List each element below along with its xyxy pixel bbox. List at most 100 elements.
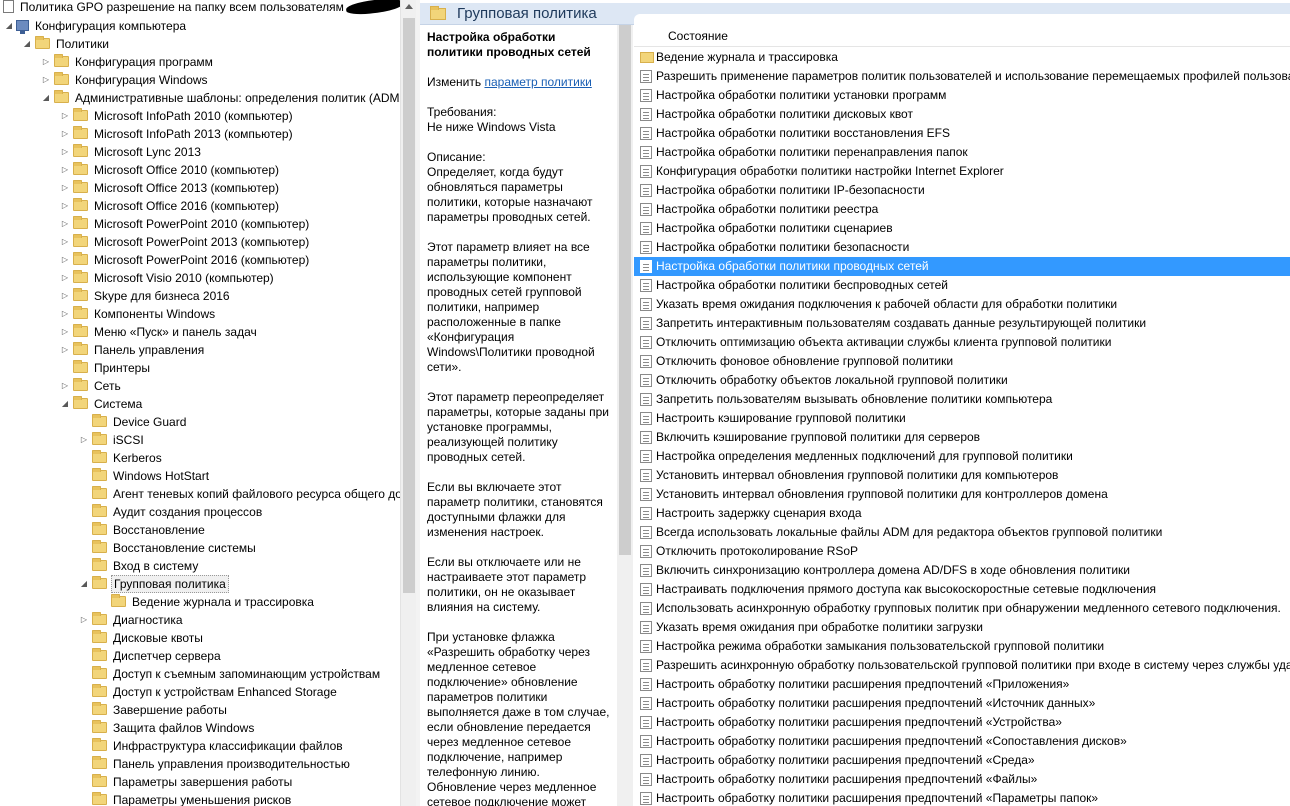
policy-setting-row[interactable]: Отключить протоколирование RSoP [634,542,1290,561]
expand-arrow-icon[interactable]: ▷ [60,233,70,251]
expand-arrow-icon[interactable]: ▷ [41,71,51,89]
tree-item[interactable]: Доступ к устройствам Enhanced Storage [79,683,339,701]
policy-setting-row[interactable]: Отключить оптимизацию объекта активации … [634,333,1290,352]
tree-item[interactable]: Агент теневых копий файлового ресурса об… [79,485,400,503]
policy-setting-row[interactable]: Настроить обработку политики расширения … [634,732,1290,751]
tree-item[interactable]: Восстановление [79,521,207,539]
edit-policy-link[interactable]: параметр политики [484,75,591,89]
expand-arrow-icon[interactable]: ▷ [60,305,70,323]
policy-setting-row[interactable]: Настройка определения медленных подключе… [634,447,1290,466]
policy-setting-row[interactable]: Включить синхронизацию контроллера домен… [634,561,1290,580]
policy-setting-row[interactable]: Настроить кэширование групповой политики [634,409,1290,428]
tree-item[interactable]: Восстановление системы [79,539,258,557]
policy-setting-row[interactable]: Запретить пользователям вызывать обновле… [634,390,1290,409]
tree-item[interactable]: ▷ Microsoft InfoPath 2010 (компьютер) [60,107,295,125]
policy-setting-row[interactable]: Настройка обработки политики дисковых кв… [634,105,1290,124]
policy-setting-row[interactable]: Включить кэширование групповой политики … [634,428,1290,447]
scroll-up-arrow-icon[interactable] [405,4,413,9]
tree-item[interactable]: Инфраструктура классификации файлов [79,737,345,755]
tree-item[interactable]: ▷ Skype для бизнеса 2016 [60,287,232,305]
policy-setting-row[interactable]: Настройка обработки политики реестра [634,200,1290,219]
tree-item[interactable]: ▷ Меню «Пуск» и панель задач [60,323,259,341]
policy-setting-row[interactable]: Настроить задержку сценария входа [634,504,1290,523]
expand-arrow-icon[interactable]: ▷ [60,125,70,143]
policy-setting-row[interactable]: Установить интервал обновления групповой… [634,485,1290,504]
policy-setting-row[interactable]: Настройка режима обработки замыкания пол… [634,637,1290,656]
policy-setting-row[interactable]: Настраивать подключения прямого доступа … [634,580,1290,599]
tree-item[interactable]: Вход в систему [79,557,200,575]
tree-item[interactable]: ◢ Административные шаблоны: определения п… [41,89,400,107]
collapse-arrow-icon[interactable]: ◢ [4,17,14,35]
tree-item[interactable]: ▷ Панель управления [60,341,206,359]
policy-setting-row[interactable]: Отключить обработку объектов локальной г… [634,371,1290,390]
policy-setting-row[interactable]: Настроить обработку политики расширения … [634,675,1290,694]
policy-setting-row[interactable]: Настройка обработки политики IP-безопасн… [634,181,1290,200]
expand-arrow-icon[interactable]: ▷ [60,287,70,305]
collapse-arrow-icon[interactable]: ◢ [41,89,51,107]
policy-setting-row[interactable]: Настройка обработки политики проводных с… [634,257,1290,276]
navigation-tree[interactable]: Политика GPO разрешение на папку всем по… [0,0,400,806]
policy-setting-row[interactable]: Указать время ожидания при обработке пол… [634,618,1290,637]
policy-setting-row[interactable]: Настройка обработки политики беспроводны… [634,276,1290,295]
tree-item[interactable]: ▷ Microsoft Office 2010 (компьютер) [60,161,281,179]
policy-setting-row[interactable]: Настройка обработки политики восстановле… [634,124,1290,143]
tree-item[interactable]: Device Guard [79,413,188,431]
policy-setting-row[interactable]: Отключить фоновое обновление групповой п… [634,352,1290,371]
policy-setting-row[interactable]: Настроить обработку политики расширения … [634,770,1290,789]
tree-item[interactable]: ▷ Microsoft Office 2013 (компьютер) [60,179,281,197]
expand-arrow-icon[interactable]: ▷ [60,251,70,269]
tree-scrollbar-thumb[interactable] [403,18,415,593]
policy-setting-row[interactable]: Настроить обработку политики расширения … [634,713,1290,732]
policy-setting-row[interactable]: Установить интервал обновления групповой… [634,466,1290,485]
tree-item[interactable]: ▷ Компоненты Windows [60,305,217,323]
policy-setting-row[interactable]: Настроить обработку политики расширения … [634,789,1290,806]
tree-item[interactable]: Параметры завершения работы [79,773,294,791]
tree-scrollbar[interactable] [400,0,416,806]
tree-root-row[interactable]: Политика GPO разрешение на папку всем по… [0,0,400,16]
expand-arrow-icon[interactable]: ▷ [60,269,70,287]
expand-arrow-icon[interactable]: ▷ [60,179,70,197]
policy-setting-row[interactable]: Настроить обработку политики расширения … [634,751,1290,770]
policy-setting-row[interactable]: Настройка обработки политики сценариев [634,219,1290,238]
expand-arrow-icon[interactable]: ▷ [79,611,89,629]
tree-item[interactable]: ◢ Система [60,395,144,413]
expand-arrow-icon[interactable]: ▷ [60,377,70,395]
policy-setting-row[interactable]: Настроить обработку политики расширения … [634,694,1290,713]
expand-arrow-icon[interactable]: ▷ [79,431,89,449]
expand-arrow-icon[interactable]: ▷ [60,341,70,359]
column-header-state[interactable]: Состояние [634,26,1290,47]
tree-item[interactable]: ▷ Microsoft PowerPoint 2013 (компьютер) [60,233,311,251]
tree-item[interactable]: Панель управления производительностью [79,755,352,773]
tree-item[interactable]: ▷ Microsoft Lync 2013 [60,143,203,161]
tree-item[interactable]: Завершение работы [79,701,229,719]
tree-item[interactable]: ▷ Microsoft InfoPath 2013 (компьютер) [60,125,295,143]
expand-arrow-icon[interactable]: ▷ [60,107,70,125]
policy-setting-row[interactable]: Указать время ожидания подключения к раб… [634,295,1290,314]
tree-item[interactable]: Диспетчер сервера [79,647,223,665]
description-scrollbar[interactable] [617,25,633,806]
policy-setting-row[interactable]: Разрешить применение параметров политик … [634,67,1290,86]
tree-item[interactable]: ▷ Сеть [60,377,123,395]
policy-setting-row[interactable]: Настройка обработки политики перенаправл… [634,143,1290,162]
tree-item[interactable]: ▷ Конфигурация Windows [41,71,210,89]
tree-item[interactable]: ◢ Конфигурация компьютера [4,17,188,35]
policy-setting-row[interactable]: Использовать асинхронную обработку групп… [634,599,1290,618]
tree-item[interactable]: Windows HotStart [79,467,211,485]
tree-item[interactable]: ◢ Групповая политика [79,575,229,593]
policy-setting-row[interactable]: Разрешить асинхронную обработку пользова… [634,656,1290,675]
expand-arrow-icon[interactable]: ▷ [60,161,70,179]
collapse-arrow-icon[interactable]: ◢ [22,35,32,53]
collapse-arrow-icon[interactable]: ◢ [60,395,70,413]
expand-arrow-icon[interactable]: ▷ [60,215,70,233]
tree-item[interactable]: ▷ iSCSI [79,431,146,449]
expand-arrow-icon[interactable]: ▷ [60,143,70,161]
tree-item[interactable]: Kerberos [79,449,164,467]
tree-item[interactable]: ▷ Конфигурация программ [41,53,215,71]
policy-setting-row[interactable]: Конфигурация обработки политики настройк… [634,162,1290,181]
tree-item[interactable]: ◢ Политики [22,35,111,53]
tree-item[interactable]: Ведение журнала и трассировка [98,593,316,611]
tree-item[interactable]: Защита файлов Windows [79,719,256,737]
tree-item[interactable]: Параметры уменьшения рисков [79,791,293,806]
tree-item[interactable]: Доступ к съемным запоминающим устройства… [79,665,382,683]
policy-setting-row[interactable]: Запретить интерактивным пользователям со… [634,314,1290,333]
